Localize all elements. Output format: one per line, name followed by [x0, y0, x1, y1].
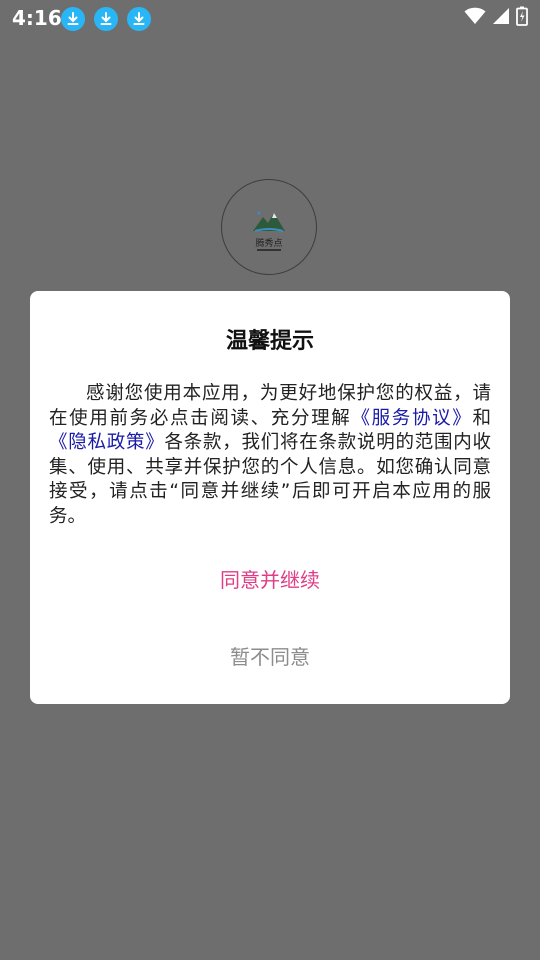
body-text-and: 和: [472, 407, 491, 429]
wifi-icon: [464, 7, 486, 29]
agree-continue-button[interactable]: 同意并继续: [30, 564, 510, 593]
decline-button[interactable]: 暂不同意: [30, 641, 510, 670]
download-icon: [127, 7, 151, 31]
download-icon: [61, 7, 85, 31]
cell-signal-icon: [492, 7, 510, 29]
dialog-title: 温馨提示: [225, 329, 314, 354]
system-icons: [464, 6, 528, 30]
splash-logo-underline: [257, 249, 281, 251]
service-agreement-link[interactable]: 《服务协议》: [351, 408, 472, 429]
dialog-body: 感谢您使用本应用，为更好地保护您的权益，请在使用前务必点击阅读、充分理解《服务协…: [49, 382, 491, 529]
status-bar: 4:16: [0, 0, 540, 36]
privacy-policy-link[interactable]: 《隐私政策》: [49, 432, 165, 453]
privacy-dialog: 温馨提示 感谢您使用本应用，为更好地保护您的权益，请在使用前务必点击阅读、充分理…: [30, 291, 510, 704]
status-time: 4:16: [12, 6, 62, 30]
battery-icon: [516, 6, 528, 30]
splash-logo-text: 腾秀点: [255, 239, 283, 249]
download-icon: [94, 7, 118, 31]
